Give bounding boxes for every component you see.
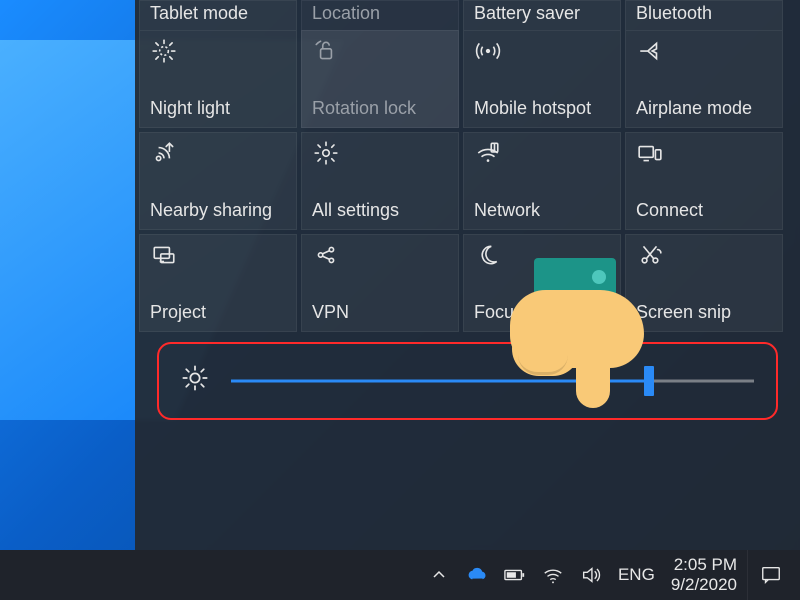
clock-date: 9/2/2020 xyxy=(671,575,737,595)
connect-icon xyxy=(636,139,664,167)
brightness-slider-callout xyxy=(157,342,778,420)
quick-action-label: Rotation lock xyxy=(312,98,448,119)
settings-icon xyxy=(312,139,340,167)
quick-action-label: Network xyxy=(474,200,610,221)
brightness-icon xyxy=(181,364,209,399)
rotation-lock-icon xyxy=(312,37,340,65)
focus-assist-icon xyxy=(474,241,502,269)
quick-action-night-light[interactable]: Night light xyxy=(139,30,297,128)
quick-action-label: Project xyxy=(150,302,286,323)
taskbar-clock[interactable]: 2:05 PM 9/2/2020 xyxy=(661,555,747,594)
quick-action-label: Location xyxy=(312,3,448,24)
quick-action-network[interactable]: Network xyxy=(463,132,621,230)
quick-action-label: Connect xyxy=(636,200,772,221)
brightness-slider[interactable] xyxy=(231,371,754,391)
action-center-panel: Tablet mode Location Battery saver Bluetoot… xyxy=(135,0,800,550)
quick-action-mobile-hotspot[interactable]: Mobile hotspot xyxy=(463,30,621,128)
quick-action-label: VPN xyxy=(312,302,448,323)
system-tray xyxy=(428,564,602,586)
slider-thumb[interactable] xyxy=(644,366,654,396)
network-icon xyxy=(474,139,502,167)
quick-action-project[interactable]: Project xyxy=(139,234,297,332)
quick-action-label: All settings xyxy=(312,200,448,221)
quick-action-label: Bluetooth xyxy=(636,3,772,24)
quick-action-tablet-mode[interactable]: Tablet mode xyxy=(139,0,297,30)
project-icon xyxy=(150,241,178,269)
quick-action-label: Airplane mode xyxy=(636,98,772,119)
quick-action-all-settings[interactable]: All settings xyxy=(301,132,459,230)
quick-action-airplane-mode[interactable]: Airplane mode xyxy=(625,30,783,128)
quick-action-label: Tablet mode xyxy=(150,3,286,24)
taskbar: ENG 2:05 PM 9/2/2020 xyxy=(0,550,800,600)
quick-action-vpn[interactable]: VPN xyxy=(301,234,459,332)
volume-tray-icon[interactable] xyxy=(580,564,602,586)
wifi-tray-icon[interactable] xyxy=(542,564,564,586)
quick-action-nearby-sharing[interactable]: Nearby sharing xyxy=(139,132,297,230)
quick-action-label: Nearby sharing xyxy=(150,200,286,221)
quick-action-connect[interactable]: Connect xyxy=(625,132,783,230)
quick-action-location[interactable]: Location xyxy=(301,0,459,30)
vpn-icon xyxy=(312,241,340,269)
quick-action-rotation-lock[interactable]: Rotation lock xyxy=(301,30,459,128)
quick-action-battery-saver[interactable]: Battery saver xyxy=(463,0,621,30)
slider-fill xyxy=(231,380,649,383)
battery-tray-icon[interactable] xyxy=(504,564,526,586)
quick-action-screen-snip[interactable]: Screen snip xyxy=(625,234,783,332)
quick-action-label: Screen snip xyxy=(636,302,772,323)
action-center-button[interactable] xyxy=(747,550,794,600)
quick-action-label: Night light xyxy=(150,98,286,119)
language-indicator[interactable]: ENG xyxy=(612,565,661,585)
screen-snip-icon xyxy=(636,241,664,269)
nearby-sharing-icon xyxy=(150,139,178,167)
quick-action-label: Battery saver xyxy=(474,3,610,24)
quick-action-label: Focus assist xyxy=(474,302,610,323)
hotspot-icon xyxy=(474,37,502,65)
quick-action-focus-assist[interactable]: Focus assist xyxy=(463,234,621,332)
tray-overflow-icon[interactable] xyxy=(428,564,450,586)
clock-time: 2:05 PM xyxy=(674,555,737,575)
onedrive-icon[interactable] xyxy=(466,564,488,586)
quick-action-bluetooth[interactable]: Bluetooth xyxy=(625,0,783,30)
night-light-icon xyxy=(150,37,178,65)
quick-action-label: Mobile hotspot xyxy=(474,98,610,119)
airplane-icon xyxy=(636,37,664,65)
